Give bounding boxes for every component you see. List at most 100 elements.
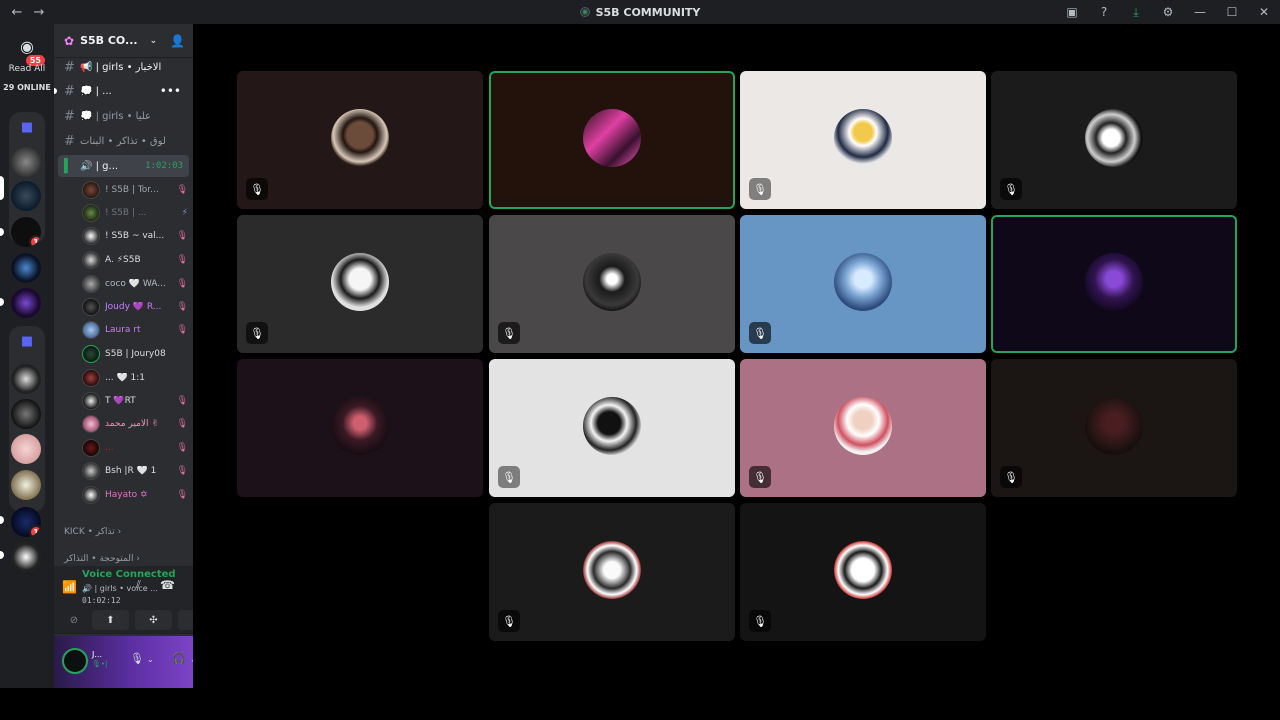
- server-icon-2[interactable]: [11, 181, 41, 211]
- server-icon-7[interactable]: [11, 399, 41, 429]
- direct-messages-button[interactable]: ◉ 55: [11, 30, 47, 68]
- more-icon[interactable]: •••: [160, 84, 181, 98]
- voice-member[interactable]: ... 🤍 1:1: [82, 367, 188, 389]
- server-icon-11[interactable]: [11, 542, 41, 572]
- participant-tile[interactable]: 🎙: [237, 71, 483, 209]
- server-icon-5[interactable]: [11, 288, 41, 318]
- microphone-icon[interactable]: 🎙: [130, 652, 144, 665]
- mute-icon: 🎙: [176, 396, 188, 406]
- server-icon-9[interactable]: [11, 470, 41, 500]
- activities-icon[interactable]: ✣: [135, 610, 172, 630]
- voice-member[interactable]: T 💜RT 🎙: [82, 390, 188, 412]
- participant-tile[interactable]: 🎙: [991, 71, 1237, 209]
- participant-tile[interactable]: [991, 215, 1237, 353]
- avatar: [82, 345, 100, 363]
- channel-label: 💭 | girls • عليا: [80, 110, 152, 122]
- participant-tile[interactable]: 🎙: [991, 359, 1237, 497]
- server-name: S5B CO...: [80, 34, 138, 47]
- participant-avatar: [583, 397, 641, 455]
- mute-icon: 🎙: [176, 466, 188, 476]
- status-icon: ⚡: [181, 208, 188, 218]
- voice-member[interactable]: ! S5B ~ val... 🎙: [82, 225, 188, 247]
- participant-avatar: [834, 397, 892, 455]
- server-header[interactable]: ✿ S5B CO... ⌄ 👤: [54, 24, 193, 58]
- voice-channel-active[interactable]: ▍ 🔊 | g... 1:02:03: [58, 155, 189, 177]
- server-rail: ◉ 55 Read All 29 ONLINE ■ 1 ■ 1: [0, 24, 54, 688]
- voice-member[interactable]: Laura rt 🎙: [82, 319, 188, 341]
- channel-news[interactable]: # 📢 | girls • الاخبار: [58, 56, 189, 78]
- signal-icon[interactable]: 📶: [62, 580, 77, 594]
- unread-pip: [0, 298, 4, 306]
- screen-share-icon[interactable]: ⬆: [92, 610, 129, 630]
- invite-people-icon[interactable]: 👤: [170, 34, 185, 48]
- user-name[interactable]: J...: [92, 650, 102, 659]
- voice-member[interactable]: Joudy 💜 R... 🎙: [82, 296, 188, 318]
- participant-avatar: [331, 253, 389, 311]
- channel-sidebar: ✿ S5B CO... ⌄ 👤 # 📢 | girls • الاخبار # …: [54, 24, 224, 688]
- voice-member[interactable]: الامير محمد ✌ 🎙: [82, 413, 188, 435]
- titlebar-actions: ▣ ? ⤓ ⚙ — ☐ ✕: [1056, 0, 1280, 24]
- user-avatar[interactable]: [62, 648, 88, 674]
- voice-member[interactable]: ... 🎙: [82, 437, 188, 459]
- mute-icon: 🎙: [176, 231, 188, 241]
- voice-member[interactable]: ! S5B | Tor... 🎙: [82, 179, 188, 201]
- server-icon-3[interactable]: 1: [11, 217, 41, 247]
- participant-tile[interactable]: 🎙: [489, 503, 735, 641]
- voice-member[interactable]: A. ⚡S5B 🎙: [82, 249, 188, 271]
- category-kick[interactable]: KICK • تذاكر ›: [64, 527, 121, 537]
- mute-icon: 🎙: [176, 443, 188, 453]
- member-name: A. ⚡S5B: [105, 255, 141, 265]
- server-icon-8[interactable]: [11, 434, 41, 464]
- forward-arrow-icon[interactable]: →: [32, 5, 46, 20]
- close-window-button[interactable]: ✕: [1248, 0, 1280, 24]
- participant-tile[interactable]: 🎙: [740, 359, 986, 497]
- back-arrow-icon[interactable]: ←: [10, 5, 24, 20]
- member-name: Laura rt: [105, 325, 141, 335]
- server-icon-10[interactable]: 1: [11, 507, 41, 537]
- unread-pip: [54, 88, 57, 94]
- server-flower-icon: ✿: [64, 33, 75, 48]
- category-tickets[interactable]: المتوحجة • التذاكر ›: [64, 554, 140, 564]
- avatar: [82, 392, 100, 410]
- participant-tile[interactable]: [237, 359, 483, 497]
- server-icon-1[interactable]: [11, 147, 41, 177]
- participant-tile[interactable]: 🎙: [740, 503, 986, 641]
- quests-icon[interactable]: ⚙: [1152, 0, 1184, 24]
- participant-tile[interactable]: 🎙: [740, 215, 986, 353]
- voice-member[interactable]: ! S5B | ... ⚡: [82, 202, 188, 224]
- mic-options-chevron-icon[interactable]: ⌄: [147, 655, 154, 664]
- participant-tile[interactable]: 🎙: [489, 359, 735, 497]
- download-icon[interactable]: ⤓: [1120, 0, 1152, 24]
- voice-channel-name[interactable]: 🔊 | girls • voice ...: [82, 584, 158, 593]
- participant-avatar: [1085, 397, 1143, 455]
- mute-icon: 🎙: [176, 302, 188, 312]
- inbox-icon[interactable]: ▣: [1056, 0, 1088, 24]
- voice-member[interactable]: coco 🤍 WA... 🎙: [82, 273, 188, 295]
- participant-tile[interactable]: 🎙: [489, 215, 735, 353]
- headphones-icon[interactable]: 🎧: [172, 652, 186, 665]
- server-icon-6[interactable]: [11, 364, 41, 394]
- unread-pip: [0, 228, 4, 236]
- voice-member[interactable]: Bsh |R 🤍 1 🎙: [82, 460, 188, 482]
- participant-tile[interactable]: 🎙: [740, 71, 986, 209]
- participant-avatar: [583, 109, 641, 167]
- channel-tickets[interactable]: # لوق • تذاكر • البنات: [58, 130, 189, 152]
- voice-member[interactable]: Hayato ✡ 🎙: [82, 484, 188, 506]
- server-icon-4[interactable]: [11, 253, 41, 283]
- voice-member[interactable]: S5B | Joury08: [82, 343, 188, 365]
- member-name: Hayato ✡: [105, 490, 148, 500]
- noise-suppression-icon[interactable]: ⫽: [136, 578, 141, 592]
- help-icon[interactable]: ?: [1088, 0, 1120, 24]
- channel-upper[interactable]: # 💭 | girls • عليا: [58, 105, 189, 127]
- muted-mic-icon: 🎙: [246, 178, 268, 200]
- disconnect-icon[interactable]: ☎: [160, 578, 175, 592]
- participant-tile[interactable]: 🎙: [237, 215, 483, 353]
- read-all-button[interactable]: Read All: [0, 64, 54, 74]
- channel-chat[interactable]: # 💭 | ... •••: [58, 80, 189, 102]
- camera-icon[interactable]: ⊘: [62, 610, 86, 630]
- participant-tile[interactable]: [489, 71, 735, 209]
- mute-icon: 🎙: [176, 185, 188, 195]
- maximize-button[interactable]: ☐: [1216, 0, 1248, 24]
- muted-mic-icon: 🎙: [498, 322, 520, 344]
- minimize-button[interactable]: —: [1184, 0, 1216, 24]
